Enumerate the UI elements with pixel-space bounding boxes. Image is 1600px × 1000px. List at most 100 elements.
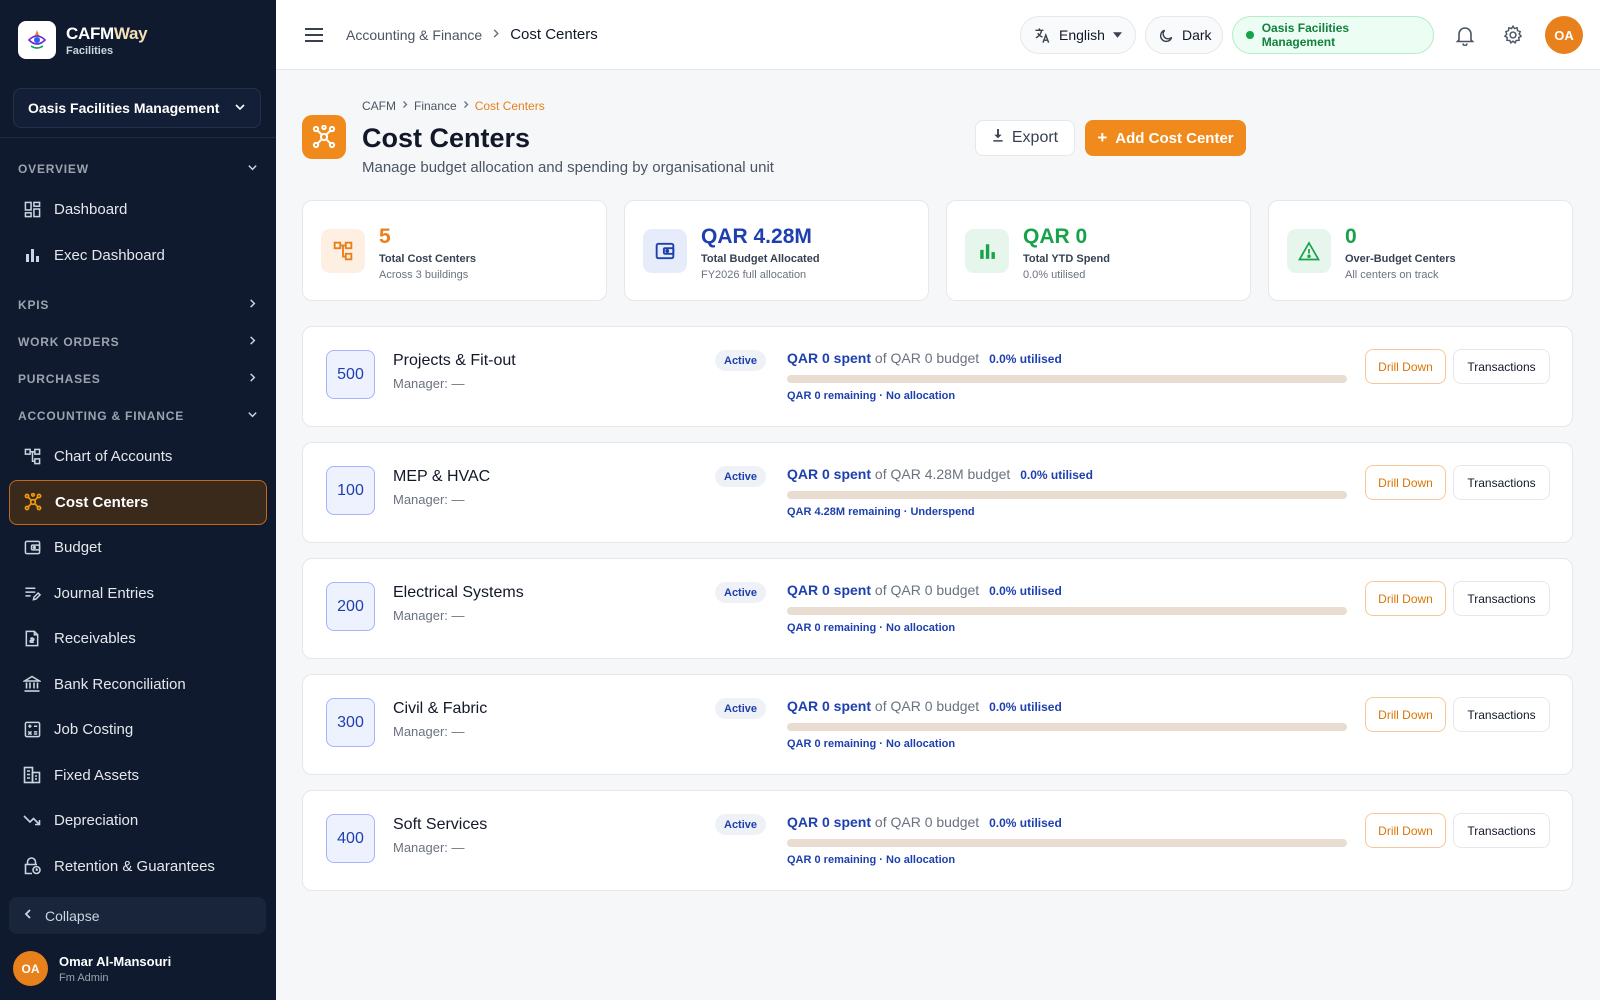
drill-down-label: Drill Down xyxy=(1378,707,1433,722)
utilised-percent: 0.0% utilised xyxy=(1020,468,1093,482)
utilisation-progress-bar xyxy=(787,491,1347,499)
sidebar-item-budget[interactable]: Budget xyxy=(0,525,276,571)
cost-center-manager: Manager: — xyxy=(393,376,465,391)
sidebar-item-label: Retention & Guarantees xyxy=(54,857,215,875)
cost-center-name[interactable]: MEP & HVAC xyxy=(393,468,490,486)
language-select[interactable]: English xyxy=(1020,16,1136,54)
cost-center-name[interactable]: Civil & Fabric xyxy=(393,700,487,718)
breadcrumb-parent[interactable]: Accounting & Finance xyxy=(346,27,482,43)
sidebar-item-retention-guarantees[interactable]: Retention & Guarantees xyxy=(0,844,276,890)
section-purchases[interactable]: PURCHASES xyxy=(0,360,276,397)
drill-down-button[interactable]: Drill Down xyxy=(1365,581,1446,616)
cost-center-name[interactable]: Electrical Systems xyxy=(393,584,524,602)
organization-badge[interactable]: Oasis Facilities Management xyxy=(1232,16,1434,54)
organization-select[interactable]: Oasis Facilities Management xyxy=(13,88,261,128)
remaining-amount: QAR 0 remaining · No allocation xyxy=(787,390,956,402)
drill-down-button[interactable]: Drill Down xyxy=(1365,697,1446,732)
status-badge: Active xyxy=(715,814,767,835)
sidebar-item-bank-reconciliation[interactable]: Bank Reconciliation xyxy=(0,662,276,708)
sidebar-item-job-costing[interactable]: Job Costing xyxy=(0,707,276,753)
sidebar-item-label: Dashboard xyxy=(54,201,128,219)
section-overview[interactable]: OVERVIEW xyxy=(0,150,276,187)
add-cost-center-label: Add Cost Center xyxy=(1115,129,1234,147)
utilisation-progress-bar xyxy=(787,723,1347,731)
hub-icon xyxy=(302,115,346,159)
section-work-orders[interactable]: WORK ORDERS xyxy=(0,323,276,360)
transactions-label: Transactions xyxy=(1467,707,1536,722)
cost-center-row[interactable]: 200 Electrical Systems Manager: — Active… xyxy=(302,558,1573,659)
transactions-label: Transactions xyxy=(1467,359,1536,374)
cost-center-row[interactable]: 300 Civil & Fabric Manager: — Active QAR… xyxy=(302,674,1573,775)
utilisation-progress-bar xyxy=(787,375,1347,383)
cost-center-code: 500 xyxy=(326,350,375,399)
stat-note: All centers on track xyxy=(1345,269,1439,281)
transactions-button[interactable]: Transactions xyxy=(1453,813,1550,848)
stat-note: FY2026 full allocation xyxy=(701,269,807,281)
organization-select-label: Oasis Facilities Management xyxy=(28,100,220,116)
page-subtitle: Manage budget allocation and spending by… xyxy=(362,159,774,176)
sidebar-item-label: Depreciation xyxy=(54,812,139,830)
gear-icon[interactable] xyxy=(1502,24,1524,46)
cost-center-code: 400 xyxy=(326,814,375,863)
plus-icon: + xyxy=(1097,128,1108,147)
chevron-right-icon xyxy=(247,335,258,349)
breadcrumb-item[interactable]: Finance xyxy=(414,99,457,113)
bell-icon[interactable] xyxy=(1454,24,1476,47)
transactions-button[interactable]: Transactions xyxy=(1453,581,1550,616)
user-profile[interactable]: OA Omar Al-Mansouri Fm Admin xyxy=(13,951,171,986)
spend-summary: QAR 0 spent of QAR 0 budget 0.0% utilise… xyxy=(787,350,1062,366)
spent-amount: QAR 0 spent xyxy=(787,698,872,714)
cost-center-row[interactable]: 400 Soft Services Manager: — Active QAR … xyxy=(302,790,1573,891)
section-overview-label: OVERVIEW xyxy=(18,161,89,176)
sidebar-item-label: Chart of Accounts xyxy=(54,448,173,466)
drill-down-label: Drill Down xyxy=(1378,591,1433,606)
cost-center-manager: Manager: — xyxy=(393,492,465,507)
section-kpis[interactable]: KPIS xyxy=(0,286,276,323)
cost-center-manager: Manager: — xyxy=(393,608,465,623)
cost-center-name[interactable]: Projects & Fit-out xyxy=(393,352,516,370)
avatar[interactable]: OA xyxy=(1545,16,1583,54)
drill-down-button[interactable]: Drill Down xyxy=(1365,349,1446,384)
spent-amount: QAR 0 spent xyxy=(787,582,872,598)
drill-down-button[interactable]: Drill Down xyxy=(1365,465,1446,500)
sidebar-item-fixed-assets[interactable]: Fixed Assets xyxy=(0,753,276,799)
sidebar-item-dashboard[interactable]: Dashboard xyxy=(0,187,276,233)
breadcrumb-item[interactable]: CAFM xyxy=(362,99,396,113)
sidebar-item-depreciation[interactable]: Depreciation xyxy=(0,798,276,844)
sidebar-item-chart-of-accounts[interactable]: Chart of Accounts xyxy=(0,434,276,480)
sidebar-item-cost-centers[interactable]: Cost Centers xyxy=(9,479,267,525)
remaining-amount: QAR 0 remaining · No allocation xyxy=(787,854,956,866)
cost-center-name[interactable]: Soft Services xyxy=(393,816,487,834)
export-button[interactable]: Export xyxy=(975,120,1075,156)
collapse-sidebar-button[interactable]: Collapse xyxy=(9,897,266,934)
translate-icon xyxy=(1034,27,1051,44)
stat-note: 0.0% utilised xyxy=(1023,269,1086,281)
cost-center-manager: Manager: — xyxy=(393,724,465,739)
sidebar-item-journal-entries[interactable]: Journal Entries xyxy=(0,571,276,617)
cost-center-row[interactable]: 100 MEP & HVAC Manager: — Active QAR 0 s… xyxy=(302,442,1573,543)
brand[interactable]: CAFMWay Facilities xyxy=(18,21,148,59)
collapse-label: Collapse xyxy=(45,907,100,924)
spend-summary: QAR 0 spent of QAR 0 budget 0.0% utilise… xyxy=(787,582,1062,598)
cost-center-row[interactable]: 500 Projects & Fit-out Manager: — Active… xyxy=(302,326,1573,427)
spent-amount: QAR 0 spent xyxy=(787,350,872,366)
brand-subtitle: Facilities xyxy=(66,44,114,57)
chevron-right-icon xyxy=(492,28,500,42)
remaining-amount: QAR 0 remaining · No allocation xyxy=(787,738,956,750)
menu-icon[interactable] xyxy=(304,24,324,46)
transactions-button[interactable]: Transactions xyxy=(1453,697,1550,732)
transactions-button[interactable]: Transactions xyxy=(1453,465,1550,500)
transactions-button[interactable]: Transactions xyxy=(1453,349,1550,384)
bank-icon xyxy=(22,674,42,694)
sidebar-item-label: Job Costing xyxy=(54,721,134,739)
logo-icon xyxy=(18,21,56,59)
chevron-left-icon xyxy=(23,908,33,923)
drill-down-button[interactable]: Drill Down xyxy=(1365,813,1446,848)
sidebar-item-exec-dashboard[interactable]: Exec Dashboard xyxy=(0,233,276,279)
lock-clock-icon xyxy=(22,856,42,876)
add-cost-center-button[interactable]: + Add Cost Center xyxy=(1085,120,1246,156)
section-accounting-finance[interactable]: ACCOUNTING & FINANCE xyxy=(0,397,276,434)
utilisation-progress-bar xyxy=(787,607,1347,615)
sidebar-item-receivables[interactable]: Receivables xyxy=(0,616,276,662)
theme-toggle[interactable]: Dark xyxy=(1145,16,1223,54)
